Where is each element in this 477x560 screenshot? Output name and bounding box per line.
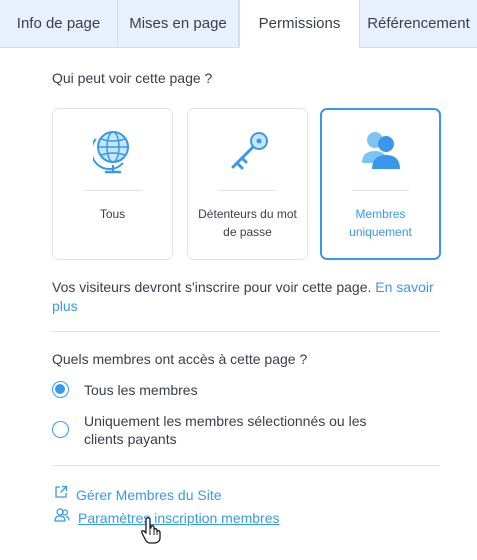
key-icon — [188, 127, 307, 177]
radio-button-checked[interactable] — [52, 381, 69, 398]
option-label-members: Membres uniquement — [349, 207, 412, 239]
card-divider — [352, 190, 409, 191]
members-icon — [322, 127, 439, 177]
manage-members-label: Gérer Membres du Site — [76, 486, 222, 503]
option-card-everyone[interactable]: Tous — [52, 108, 173, 260]
section-divider — [52, 465, 440, 466]
hand-pointer-icon — [140, 516, 162, 544]
option-card-members[interactable]: Membres uniquement — [320, 108, 441, 260]
section-divider — [52, 331, 440, 332]
globe-icon — [53, 127, 172, 177]
tab-seo[interactable]: Référencement — [360, 0, 477, 48]
tab-bar: Info de page Mises en page Permissions R… — [0, 0, 477, 48]
card-divider — [83, 190, 142, 191]
signup-info-text: Vos visiteurs devront s'inscrire pour vo… — [52, 279, 372, 295]
tab-page-info[interactable]: Info de page — [0, 0, 118, 48]
users-icon — [54, 508, 70, 527]
option-card-password[interactable]: Détenteurs du mot de passe — [187, 108, 308, 260]
who-can-see-title: Qui peut voir cette page ? — [52, 70, 213, 86]
card-divider — [218, 190, 277, 191]
radio-label-all-members: Tous les membres — [84, 382, 198, 398]
member-access-title: Quels membres ont accès à cette page ? — [52, 351, 308, 367]
manage-members-link[interactable]: Gérer Membres du Site — [54, 485, 222, 504]
radio-button-unchecked[interactable] — [52, 421, 69, 438]
tab-permissions[interactable]: Permissions — [239, 0, 360, 48]
external-link-icon — [54, 485, 68, 504]
tab-layouts[interactable]: Mises en page — [118, 0, 239, 48]
option-label-password: Détenteurs du mot de passe — [198, 207, 297, 239]
radio-all-members[interactable]: Tous les membres — [52, 381, 404, 399]
signup-settings-link[interactable]: Paramètres inscription membres — [54, 508, 280, 527]
signup-settings-label: Paramètres inscription membres — [78, 509, 280, 526]
radio-label-selected-members: Uniquement les membres sélectionnés ou l… — [84, 413, 367, 447]
option-label-everyone: Tous — [99, 207, 126, 221]
signup-info: Vos visiteurs devront s'inscrire pour vo… — [52, 278, 442, 316]
radio-selected-members[interactable]: Uniquement les membres sélectionnés ou l… — [52, 412, 404, 448]
